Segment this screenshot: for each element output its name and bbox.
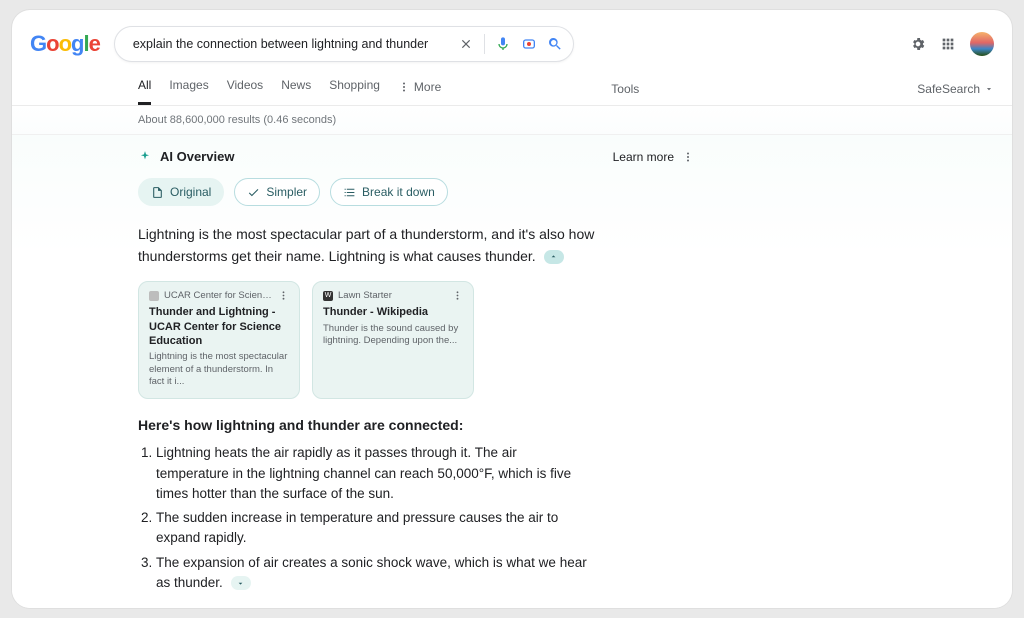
card-top: UCAR Center for Science Edu... <box>149 290 289 301</box>
list-icon <box>343 186 356 199</box>
list-item: The sudden increase in temperature and p… <box>156 508 588 549</box>
result-stats: About 88,600,000 results (0.46 seconds) <box>12 106 1012 135</box>
card-snippet: Lightning is the most spectacular elemen… <box>149 351 289 388</box>
google-logo[interactable]: Google <box>30 31 100 57</box>
header-actions <box>910 32 994 56</box>
divider <box>484 34 485 54</box>
tab-more[interactable]: More <box>398 72 441 105</box>
safesearch-dropdown[interactable]: SafeSearch <box>917 82 994 96</box>
tab-shopping[interactable]: Shopping <box>329 72 380 105</box>
card-snippet: Thunder is the sound caused by lightning… <box>323 323 463 348</box>
lens-icon[interactable] <box>521 36 537 52</box>
ai-overview-label: AI Overview <box>160 149 234 164</box>
tab-more-label: More <box>414 80 441 94</box>
safesearch-label: SafeSearch <box>917 82 980 96</box>
source-card[interactable]: W Lawn Starter Thunder - Wikipedia Thund… <box>312 281 474 399</box>
learn-more[interactable]: Learn more <box>613 150 694 164</box>
ai-overview-header: AI Overview Learn more <box>138 149 994 164</box>
chip-original[interactable]: Original <box>138 178 224 206</box>
nav-tabs-row: All Images Videos News Shopping More Too… <box>12 72 1012 106</box>
card-title: Thunder and Lightning - UCAR Center for … <box>149 305 289 348</box>
card-more-icon[interactable] <box>452 290 463 301</box>
step-text: The expansion of air creates a sonic sho… <box>156 555 587 590</box>
expand-toggle[interactable] <box>231 576 251 590</box>
card-more-icon[interactable] <box>278 290 289 301</box>
search-bar[interactable] <box>114 26 574 62</box>
chip-break-label: Break it down <box>362 185 435 199</box>
card-top: W Lawn Starter <box>323 290 463 301</box>
card-source: Lawn Starter <box>338 290 447 301</box>
tab-videos[interactable]: Videos <box>227 72 263 105</box>
clear-icon[interactable] <box>458 36 474 52</box>
chip-original-label: Original <box>170 185 211 199</box>
tools-button[interactable]: Tools <box>611 82 639 96</box>
list-item: Lightning heats the air rapidly as it pa… <box>156 443 588 504</box>
results-main: AI Overview Learn more Original Simpler <box>12 135 1012 608</box>
collapse-toggle[interactable] <box>544 250 564 264</box>
favicon-icon: W <box>323 291 333 301</box>
search-bar-icons <box>458 34 563 54</box>
chip-simpler-label: Simpler <box>266 185 307 199</box>
mic-icon[interactable] <box>495 36 511 52</box>
header-bar: Google <box>12 10 1012 72</box>
ai-intro-content: Lightning is the most spectacular part o… <box>138 226 594 264</box>
nav-tabs: All Images Videos News Shopping More <box>138 72 441 105</box>
ai-intro-text: Lightning is the most spectacular part o… <box>138 224 598 267</box>
browser-window: Google <box>12 10 1012 608</box>
search-input[interactable] <box>131 36 458 52</box>
chevron-down-icon <box>236 579 245 588</box>
chip-simpler[interactable]: Simpler <box>234 178 320 206</box>
ai-closing-text: The thunderclap or peal of thunder can r… <box>138 605 598 608</box>
source-card[interactable]: UCAR Center for Science Edu... Thunder a… <box>138 281 300 399</box>
card-title: Thunder - Wikipedia <box>323 305 463 319</box>
tab-images[interactable]: Images <box>169 72 208 105</box>
learn-more-label: Learn more <box>613 150 674 164</box>
sparkle-icon <box>138 150 152 164</box>
ai-chips: Original Simpler Break it down <box>138 178 994 206</box>
ai-subheading: Here's how lightning and thunder are con… <box>138 417 598 433</box>
document-icon <box>151 186 164 199</box>
source-cards: UCAR Center for Science Edu... Thunder a… <box>138 281 994 399</box>
check-icon <box>247 186 260 199</box>
search-icon[interactable] <box>547 36 563 52</box>
closing-content: The thunderclap or peal of thunder can r… <box>138 607 596 608</box>
tab-all[interactable]: All <box>138 72 151 105</box>
profile-avatar[interactable] <box>970 32 994 56</box>
list-item: The expansion of air creates a sonic sho… <box>156 553 588 594</box>
chevron-up-icon <box>549 252 558 261</box>
more-options-icon[interactable] <box>682 151 694 163</box>
chevron-down-icon <box>984 84 994 94</box>
favicon-icon <box>149 291 159 301</box>
chip-break-it-down[interactable]: Break it down <box>330 178 448 206</box>
ai-steps-list: Lightning heats the air rapidly as it pa… <box>138 443 588 593</box>
card-source: UCAR Center for Science Edu... <box>164 290 273 301</box>
tab-news[interactable]: News <box>281 72 311 105</box>
settings-gear-icon[interactable] <box>910 36 926 52</box>
apps-grid-icon[interactable] <box>940 36 956 52</box>
